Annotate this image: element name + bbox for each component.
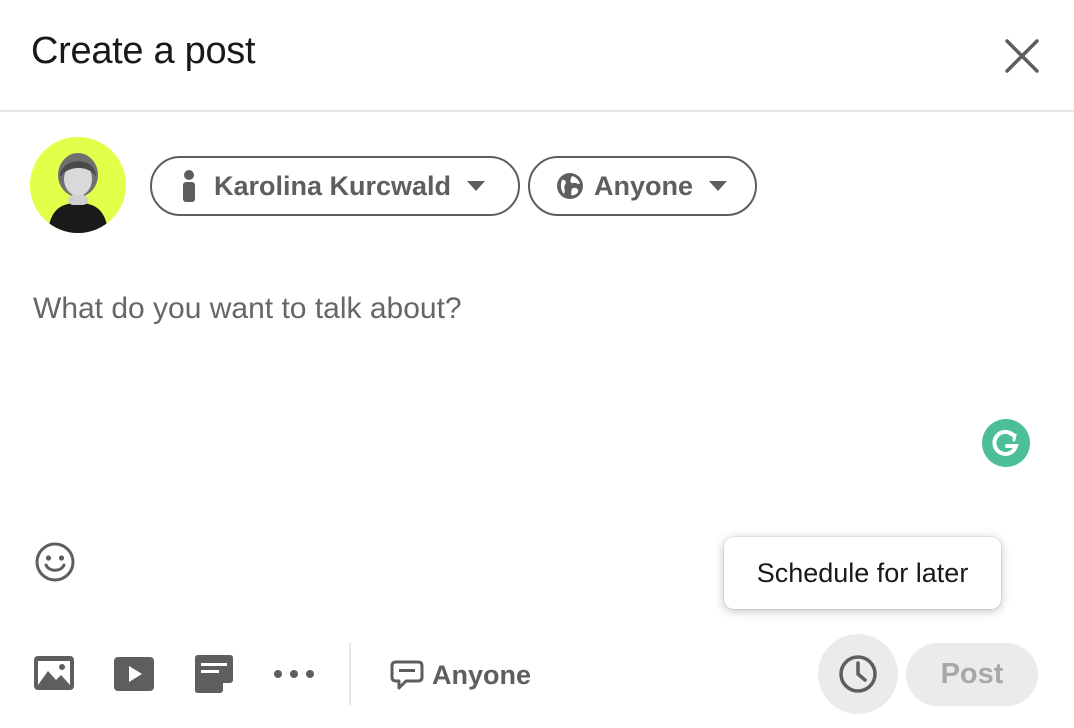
dialog-header: Create a post: [0, 0, 1074, 112]
avatar: [30, 137, 126, 233]
avatar-photo: [30, 137, 126, 233]
chevron-down-icon: [467, 181, 486, 191]
visibility-label: Anyone: [594, 170, 694, 201]
comment-control-button[interactable]: Anyone: [390, 655, 531, 695]
person-icon: [183, 170, 195, 202]
more-options-button[interactable]: [272, 667, 316, 686]
clock-icon: [839, 655, 877, 693]
add-video-button[interactable]: [114, 657, 154, 696]
photo-icon: [34, 656, 74, 690]
schedule-tooltip: Schedule for later: [724, 537, 1001, 609]
close-icon: [1005, 39, 1039, 73]
grammarly-icon: [992, 429, 1019, 456]
globe-icon: [557, 173, 583, 199]
dialog-title: Create a post: [31, 30, 256, 72]
schedule-button[interactable]: [818, 634, 898, 714]
add-photo-button[interactable]: [34, 656, 74, 695]
post-button[interactable]: Post: [906, 643, 1038, 706]
smiley-icon: [35, 542, 75, 582]
post-text-input[interactable]: [33, 284, 933, 334]
document-icon: [195, 655, 233, 693]
author-name: Karolina Kurcwald: [214, 170, 452, 201]
chevron-down-icon: [709, 181, 728, 191]
tooltip-text: Schedule for later: [756, 557, 969, 588]
toolbar-divider: [349, 643, 351, 705]
visibility-selector[interactable]: Anyone: [528, 156, 757, 216]
author-selector[interactable]: Karolina Kurcwald: [150, 156, 520, 216]
comment-control-label: Anyone: [432, 659, 532, 690]
more-icon: [274, 670, 314, 678]
comment-icon: [390, 660, 424, 690]
grammarly-button[interactable]: [982, 419, 1030, 467]
close-button[interactable]: [996, 30, 1048, 82]
emoji-button[interactable]: [33, 540, 77, 584]
video-icon: [114, 657, 154, 691]
add-document-button[interactable]: [195, 655, 233, 698]
